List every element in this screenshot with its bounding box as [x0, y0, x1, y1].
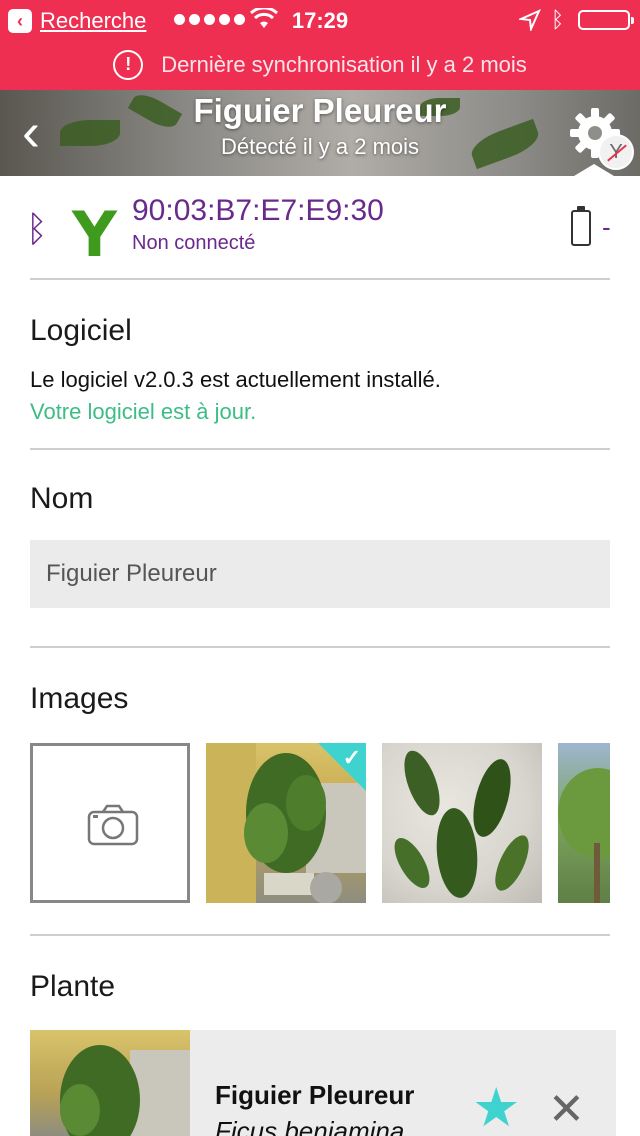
camera-icon [87, 804, 139, 846]
plant-photo [394, 750, 529, 898]
bluetooth-status-icon: ᛒ [551, 7, 565, 32]
section-divider [30, 934, 610, 936]
battery-icon [571, 206, 591, 246]
image-strip[interactable]: ✓ [30, 743, 610, 903]
remove-plant-icon[interactable]: ✕ [548, 1086, 585, 1134]
software-section-title: Logiciel [30, 314, 132, 347]
plant-photo [558, 768, 610, 903]
warning-icon: ! [113, 50, 144, 80]
section-divider [30, 646, 610, 648]
plant-card[interactable]: Figuier Pleureur Ficus benjamina ★ ✕ [30, 1030, 616, 1136]
status-time: 17:29 [291, 8, 349, 33]
plant-common-name: Figuier Pleureur [215, 1080, 415, 1110]
plant-name-input[interactable] [30, 540, 610, 608]
sensor-logo-icon: Y [72, 198, 117, 271]
add-photo-button[interactable] [30, 743, 190, 903]
device-mac-address: 90:03:B7:E7:E9:30 [132, 194, 384, 227]
software-installed-text: Le logiciel v2.0.3 est actuellement inst… [30, 367, 441, 392]
plant-header: ‹ Figuier Pleureur Détecté il y a 2 mois… [0, 90, 640, 176]
plant-image-thumbnail[interactable] [382, 743, 542, 903]
section-divider [30, 448, 610, 450]
check-icon: ✓ [342, 745, 361, 770]
location-arrow-icon [519, 9, 541, 31]
plant-latin-name: Ficus benjamina [215, 1116, 405, 1136]
bluetooth-icon: ᛒ [26, 208, 48, 249]
connection-status: Non connecté [132, 232, 256, 254]
plant-section-title: Plante [30, 970, 116, 1003]
software-status-text: Votre logiciel est à jour. [30, 399, 257, 424]
header-notch [574, 164, 614, 176]
plant-card-image [30, 1030, 190, 1136]
images-section-title: Images [30, 682, 129, 715]
sync-warning-banner: ! Dernière synchronisation il y a 2 mois [0, 40, 640, 90]
page-title: Figuier Pleureur [193, 92, 447, 129]
status-bar: ‹ Recherche 17:29 ᛒ [0, 0, 640, 40]
device-info-row: ᛒ Y 90:03:B7:E7:E9:30 Non connecté - [0, 176, 640, 278]
name-section-title: Nom [30, 482, 94, 515]
section-divider [30, 278, 610, 280]
battery-value: - [602, 212, 611, 242]
page-subtitle: Détecté il y a 2 mois [220, 134, 420, 159]
plant-image-thumbnail[interactable] [558, 743, 610, 903]
favorite-star-icon[interactable]: ★ [472, 1080, 520, 1136]
plant-image-thumbnail[interactable]: ✓ [206, 743, 366, 903]
battery-status-icon [578, 10, 634, 30]
sync-warning-text: Dernière synchronisation il y a 2 mois [161, 52, 527, 77]
